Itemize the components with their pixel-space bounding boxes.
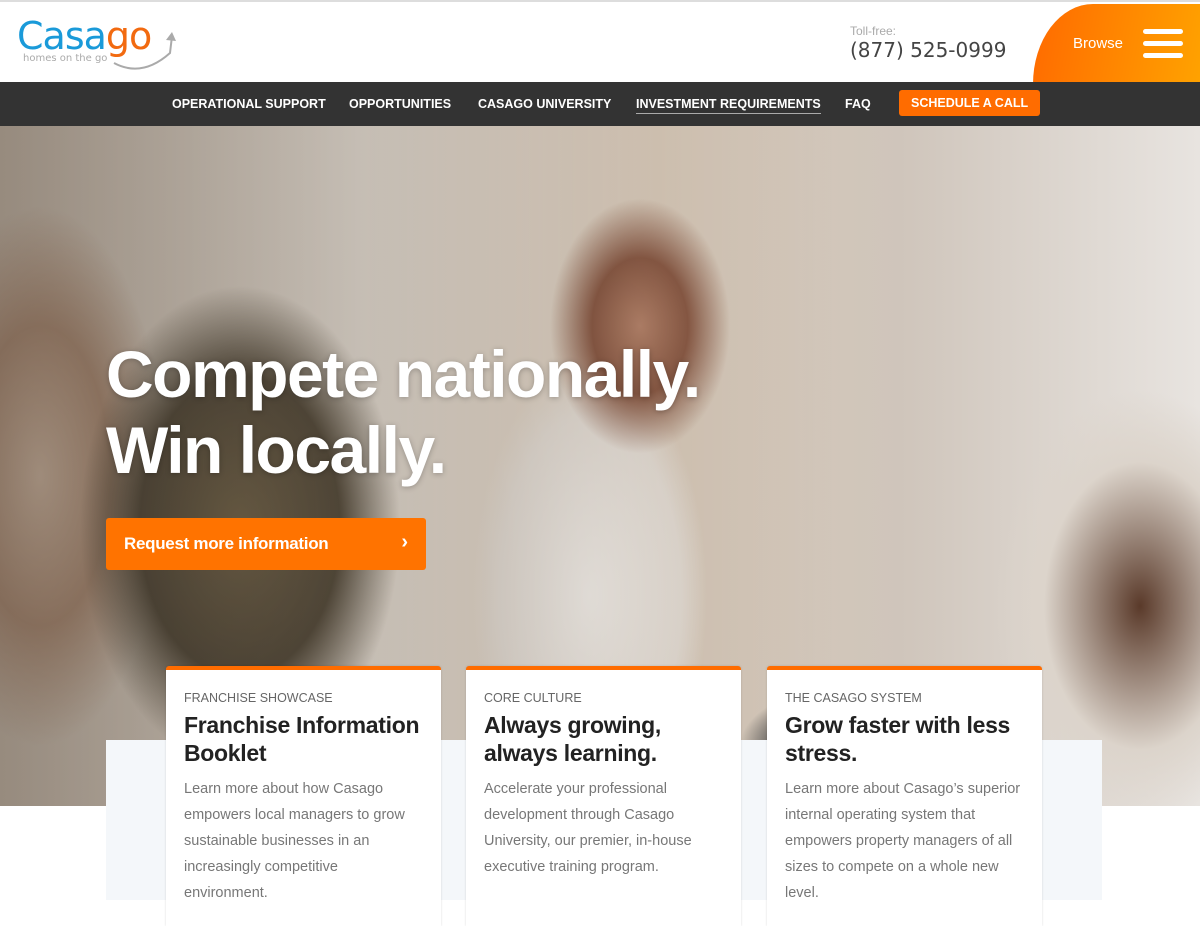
browse-button[interactable]: Browse	[1033, 4, 1200, 84]
logo-tagline: homes on the go	[23, 53, 108, 64]
schedule-call-button[interactable]: SCHEDULE A CALL	[899, 90, 1041, 116]
hamburger-menu-icon	[1143, 29, 1183, 65]
card-franchise-showcase[interactable]: FRANCHISE SHOWCASE Franchise Information…	[166, 666, 441, 926]
casago-logo[interactable]: Casago homes on the go	[17, 16, 187, 72]
nav-casago-university[interactable]: CASAGO UNIVERSITY	[478, 97, 611, 111]
card-kicker: FRANCHISE SHOWCASE	[184, 691, 333, 705]
card-title[interactable]: Franchise Information Booklet	[184, 711, 423, 767]
hero-headline: Compete nationally. Win locally.	[106, 336, 701, 488]
hero-line-2: Win locally.	[106, 413, 447, 487]
nav-investment-requirements[interactable]: INVESTMENT REQUIREMENTS	[636, 97, 821, 114]
hero-line-1: Compete nationally.	[106, 337, 701, 411]
logo-text-casa: Casa	[17, 14, 107, 58]
nav-operational-support[interactable]: OPERATIONAL SUPPORT	[172, 97, 326, 111]
request-info-button[interactable]: Request more information ›	[106, 518, 426, 570]
card-kicker: CORE CULTURE	[484, 691, 582, 705]
header: Casago homes on the go Toll-free: (877) …	[0, 0, 1200, 84]
request-info-label: Request more information	[124, 534, 329, 553]
chevron-right-icon: ›	[401, 531, 408, 553]
card-casago-system[interactable]: THE CASAGO SYSTEM Grow faster with less …	[767, 666, 1042, 926]
phone-number[interactable]: (877) 525-0999	[850, 38, 1006, 62]
browse-label: Browse	[1073, 35, 1124, 52]
nav-faq[interactable]: FAQ	[845, 97, 871, 111]
card-title[interactable]: Always growing, always learning.	[484, 711, 723, 767]
main-nav: OPERATIONAL SUPPORT OPPORTUNITIES CASAGO…	[0, 82, 1200, 126]
card-description: Learn more about Casago’s superior inter…	[785, 781, 1021, 901]
nav-opportunities[interactable]: OPPORTUNITIES	[349, 97, 451, 111]
tollfree-label: Toll-free:	[850, 24, 897, 38]
card-description: Accelerate your professional development…	[484, 781, 692, 875]
card-core-culture[interactable]: CORE CULTURE Always growing, always lear…	[466, 666, 741, 926]
card-description: Learn more about how Casago empowers loc…	[184, 781, 405, 901]
logo-arrow-icon	[113, 32, 176, 70]
card-title[interactable]: Grow faster with less stress.	[785, 711, 1024, 767]
card-kicker: THE CASAGO SYSTEM	[785, 691, 922, 705]
